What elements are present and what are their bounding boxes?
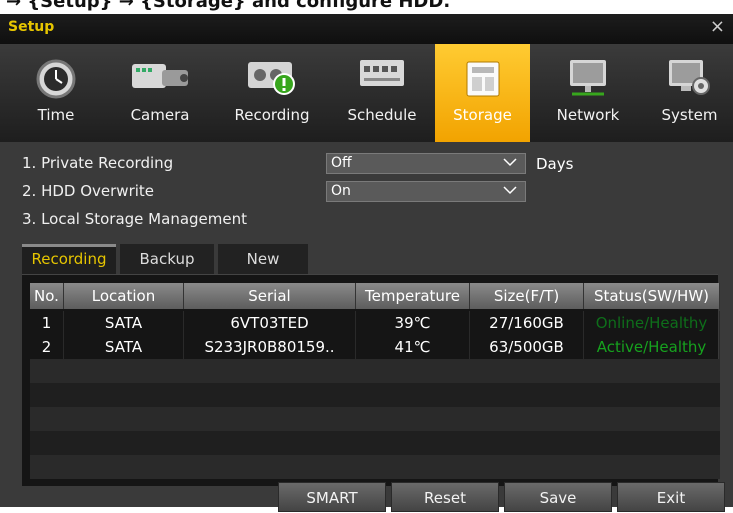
system-icon bbox=[668, 60, 710, 95]
caption-strip: → {Setup} → {Storage} and configure HDD. bbox=[0, 0, 733, 14]
subtab-new[interactable]: New bbox=[218, 244, 308, 274]
table-row[interactable]: 1 SATA 6VT03TED 39℃ 27/160GB Online/Heal… bbox=[30, 311, 720, 335]
table-row-empty bbox=[30, 407, 720, 431]
tab-storage-label: Storage bbox=[453, 106, 512, 124]
reset-button[interactable]: Reset bbox=[391, 482, 499, 512]
table-row-empty bbox=[30, 431, 720, 455]
col-size: Size(F/T) bbox=[470, 283, 584, 309]
hdd-overwrite-select[interactable]: On bbox=[326, 181, 526, 202]
tab-network-label: Network bbox=[556, 106, 620, 124]
storage-table-panel: No. Location Serial Temperature Size(F/T… bbox=[22, 274, 720, 486]
save-button[interactable]: Save bbox=[504, 482, 612, 512]
title-bar: Setup × bbox=[0, 14, 733, 44]
private-recording-select[interactable]: Off bbox=[326, 153, 526, 174]
smart-button[interactable]: SMART bbox=[278, 482, 386, 512]
hdd-overwrite-label: 2. HDD Overwrite bbox=[22, 182, 155, 200]
private-recording-value: Off bbox=[331, 155, 352, 171]
tab-time[interactable]: Time bbox=[8, 44, 104, 142]
table-row-empty bbox=[30, 383, 720, 407]
cell-size: 27/160GB bbox=[470, 311, 584, 335]
table-row[interactable]: 2 SATA S233JR0B80159.. 41℃ 63/500GB Acti… bbox=[30, 335, 720, 359]
recording-icon bbox=[248, 62, 295, 95]
days-label: Days bbox=[536, 155, 574, 173]
chevron-down-icon bbox=[503, 158, 517, 167]
table-row-empty bbox=[30, 455, 720, 479]
col-status: Status(SW/HW) bbox=[584, 283, 720, 309]
storage-content: 1. Private Recording Off Days 2. HDD Ove… bbox=[0, 142, 733, 507]
cell-temperature: 41℃ bbox=[356, 335, 470, 359]
tab-network[interactable]: Network bbox=[540, 44, 636, 142]
tab-time-label: Time bbox=[37, 106, 75, 124]
tab-storage[interactable]: Storage bbox=[435, 44, 530, 142]
local-storage-label: 3. Local Storage Management bbox=[22, 210, 247, 228]
storage-icon bbox=[466, 61, 499, 97]
tab-schedule-label: Schedule bbox=[347, 106, 417, 124]
private-recording-label: 1. Private Recording bbox=[22, 154, 174, 172]
cell-serial: S233JR0B80159.. bbox=[184, 335, 356, 359]
subtab-backup[interactable]: Backup bbox=[120, 244, 214, 274]
cell-serial: 6VT03TED bbox=[184, 311, 356, 335]
table-row-empty bbox=[30, 359, 720, 383]
network-icon bbox=[570, 60, 606, 96]
cell-no: 1 bbox=[30, 311, 64, 335]
col-serial: Serial bbox=[184, 283, 356, 309]
chevron-down-icon bbox=[503, 186, 517, 195]
exit-button[interactable]: Exit bbox=[617, 482, 725, 512]
subtab-recording[interactable]: Recording bbox=[22, 244, 116, 274]
col-temperature: Temperature bbox=[356, 283, 470, 309]
hdd-overwrite-value: On bbox=[331, 183, 351, 199]
cell-temperature: 39℃ bbox=[356, 311, 470, 335]
cell-size: 63/500GB bbox=[470, 335, 584, 359]
camera-icon bbox=[132, 64, 188, 88]
tab-system-label: System bbox=[661, 106, 718, 124]
caption-text: → {Setup} → {Storage} and configure HDD. bbox=[6, 0, 451, 12]
tab-schedule[interactable]: Schedule bbox=[333, 44, 431, 142]
schedule-icon bbox=[360, 60, 404, 86]
col-no: No. bbox=[30, 283, 64, 309]
cell-no: 2 bbox=[30, 335, 64, 359]
cell-status: Active/Healthy bbox=[584, 335, 720, 359]
tab-camera-label: Camera bbox=[130, 106, 190, 124]
window-title: Setup bbox=[8, 19, 55, 35]
setup-window: Setup × Time Camera Recording Schedule S… bbox=[0, 14, 733, 512]
tab-system[interactable]: System bbox=[646, 44, 733, 142]
cell-status: Online/Healthy bbox=[584, 311, 720, 335]
cell-location: SATA bbox=[64, 311, 184, 335]
close-icon[interactable]: × bbox=[710, 16, 725, 37]
cell-location: SATA bbox=[64, 335, 184, 359]
col-location: Location bbox=[64, 283, 184, 309]
tab-recording[interactable]: Recording bbox=[222, 44, 322, 142]
tab-recording-label: Recording bbox=[234, 106, 310, 124]
clock-icon bbox=[36, 59, 76, 99]
setup-nav: Time Camera Recording Schedule Storage N… bbox=[0, 44, 733, 142]
tab-camera[interactable]: Camera bbox=[112, 44, 208, 142]
